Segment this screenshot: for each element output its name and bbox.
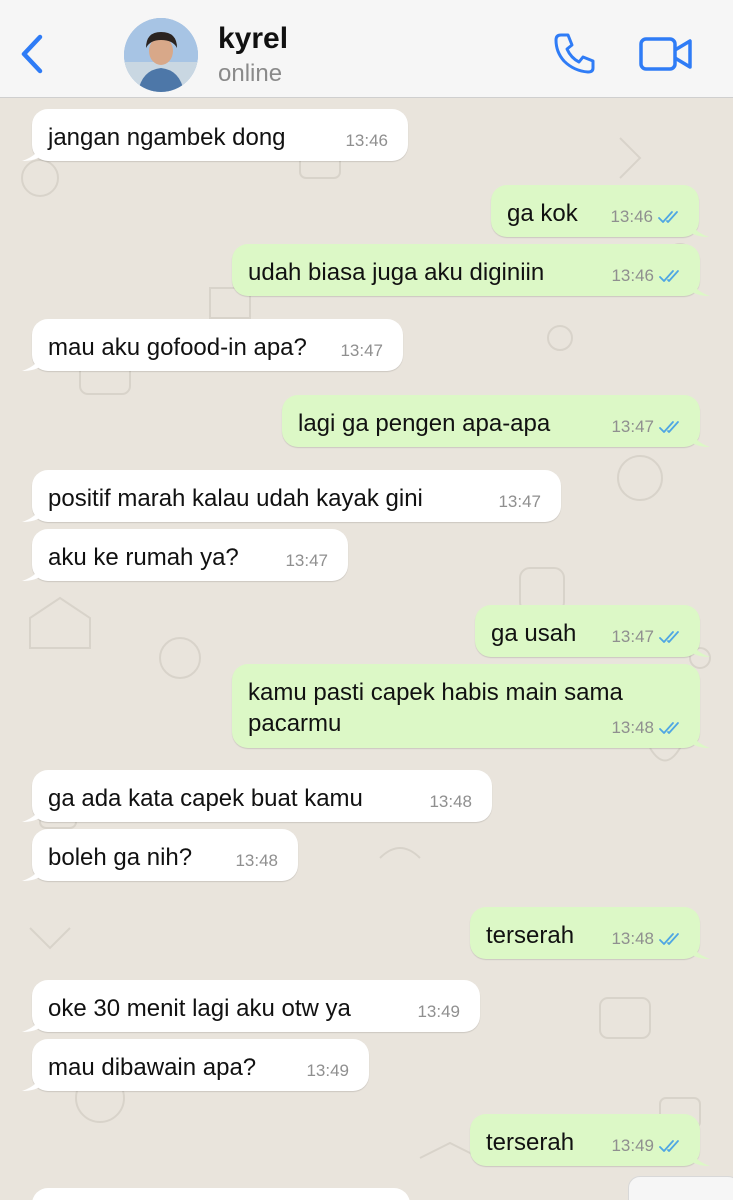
double-check-icon [659, 1140, 679, 1152]
message-timestamp: 13:49 [417, 1002, 460, 1021]
bubble-tail [689, 217, 709, 237]
bubble-tail [22, 351, 42, 371]
incoming-message-bubble[interactable]: jangan ngambek dong 13:46 [22, 109, 408, 161]
message-timestamp: 13:48 [429, 792, 472, 811]
message-timestamp: 13:46 [610, 207, 653, 226]
back-button[interactable] [14, 33, 50, 75]
avatar[interactable] [124, 18, 198, 92]
bubble-tail [690, 728, 710, 748]
message-timestamp: 13:46 [345, 131, 388, 150]
message-text: ga ada kata capek buat kamu [48, 785, 363, 812]
message-timestamp: 13:47 [285, 551, 328, 570]
incoming-message-bubble[interactable]: oke 30 menit lagi aku otw ya 13:49 [22, 980, 480, 1032]
message-timestamp: 13:48 [611, 929, 654, 948]
incoming-message-bubble[interactable]: mau dibawain apa? 13:49 [22, 1039, 369, 1091]
message-timestamp: 13:47 [340, 341, 383, 360]
message-text: oke 30 menit lagi aku otw ya [48, 995, 351, 1022]
phone-icon [554, 33, 595, 74]
message-timestamp: 13:48 [235, 851, 278, 870]
video-camera-icon [639, 37, 692, 71]
voice-call-button[interactable] [552, 30, 598, 76]
message-text: terserah [486, 1129, 575, 1156]
double-check-icon [659, 421, 679, 433]
outgoing-message-bubble[interactable]: kamu pasti capek habis main sama pacarmu… [232, 664, 710, 748]
chat-header: kyrel online [0, 0, 733, 98]
chevron-left-icon [21, 34, 43, 74]
bubble-tail [22, 1012, 42, 1032]
bubble-tail [690, 1146, 710, 1166]
scroll-to-bottom-button[interactable] [628, 1176, 733, 1200]
message-text: positif marah kalau udah kayak gini [48, 485, 423, 512]
bubble-tail [22, 861, 42, 881]
incoming-message-bubble[interactable]: positif marah kalau udah kayak gini 13:47 [22, 470, 561, 522]
incoming-message-bubble[interactable]: mau aku gofood-in apa? 13:47 [22, 319, 403, 371]
message-timestamp: 13:47 [498, 492, 541, 511]
double-check-icon [658, 211, 678, 223]
double-check-icon [659, 631, 679, 643]
bubble-tail [690, 427, 710, 447]
contact-status: online [218, 60, 283, 87]
double-check-icon [659, 933, 679, 945]
message-timestamp: 13:49 [611, 1136, 654, 1155]
bubble-tail [690, 939, 710, 959]
double-check-icon [659, 270, 679, 282]
message-text: terserah [486, 922, 575, 949]
bubble-tail [22, 141, 42, 161]
video-call-button[interactable] [638, 34, 694, 74]
incoming-message-bubble[interactable]: boleh ga nih? 13:48 [22, 829, 298, 881]
chat-wallpaper: jangan ngambek dong 13:46 ga kok 13:46 udah … [0, 98, 733, 1200]
incoming-message-bubble[interactable]: aku ke rumah ya? 13:47 [22, 529, 348, 581]
outgoing-message-bubble[interactable]: terserah 13:49 [470, 1114, 710, 1166]
message-timestamp: 13:47 [611, 627, 654, 646]
message-timestamp: 13:46 [611, 266, 654, 285]
bubble-tail [22, 802, 42, 822]
outgoing-message-bubble[interactable]: ga kok 13:46 [491, 185, 709, 237]
outgoing-message-bubble[interactable]: udah biasa juga aku diginiin 13:46 [232, 244, 710, 296]
message-timestamp: 13:48 [611, 718, 654, 737]
message-text: ga usah [491, 620, 577, 647]
incoming-message-bubble[interactable]: ga ada kata capek buat kamu 13:48 [22, 770, 492, 822]
partial-incoming-bubble [32, 1188, 410, 1200]
message-timestamp: 13:47 [611, 417, 654, 436]
bubble-tail [690, 276, 710, 296]
outgoing-message-bubble[interactable]: lagi ga pengen apa-apa 13:47 [282, 395, 710, 447]
message-timestamp: 13:49 [306, 1061, 349, 1080]
bubble-tail [22, 561, 42, 581]
message-text: mau aku gofood-in apa? [48, 334, 307, 361]
bubble-tail [22, 502, 42, 522]
contact-name[interactable]: kyrel [218, 22, 288, 56]
bubble-tail [690, 637, 710, 657]
outgoing-message-bubble[interactable]: ga usah 13:47 [475, 605, 710, 657]
message-text: jangan ngambek dong [48, 124, 286, 151]
double-check-icon [659, 722, 679, 734]
bubble-tail [22, 1071, 42, 1091]
outgoing-message-bubble[interactable]: terserah 13:48 [470, 907, 710, 959]
